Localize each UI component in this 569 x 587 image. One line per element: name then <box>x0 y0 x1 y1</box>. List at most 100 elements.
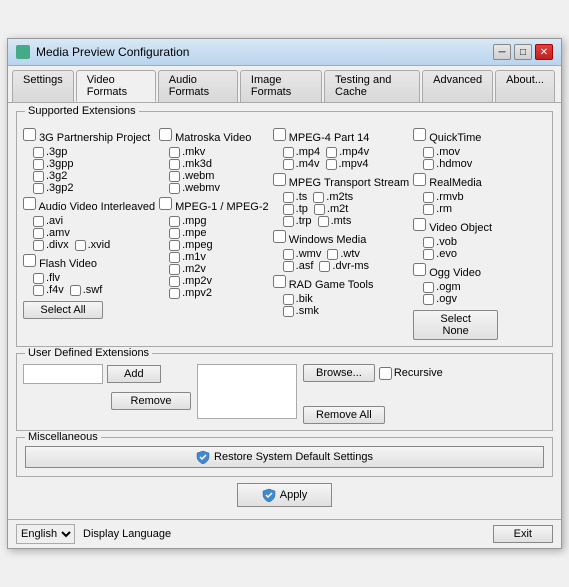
user-defined-group: User Defined Extensions Add Remove <box>16 353 553 431</box>
exit-button[interactable]: Exit <box>493 525 553 543</box>
cb-ogv[interactable] <box>423 294 434 305</box>
cb-real-cat[interactable] <box>413 173 426 186</box>
cb-ogg-cat[interactable] <box>413 263 426 276</box>
cb-mpv4[interactable] <box>326 159 337 170</box>
cb-xvid[interactable] <box>75 240 86 251</box>
extensions-grid: 3G Partnership Project .3gp .3gpp <box>23 126 546 340</box>
cb-m2t[interactable] <box>314 204 325 215</box>
cb-hdmov[interactable] <box>423 159 434 170</box>
cb-tp[interactable] <box>283 204 294 215</box>
cb-3g2[interactable] <box>33 171 44 182</box>
cb-wmv[interactable] <box>283 249 294 260</box>
apply-button[interactable]: Apply <box>237 483 333 507</box>
cat-avi: Audio Video Interleaved <box>23 197 155 213</box>
tab-settings[interactable]: Settings <box>12 70 74 102</box>
ext-col-1: 3G Partnership Project .3gp .3gpp <box>23 126 155 340</box>
cb-bik[interactable] <box>283 294 294 305</box>
maximize-button[interactable]: □ <box>514 44 532 60</box>
tab-image-formats[interactable]: Image Formats <box>240 70 322 102</box>
miscellaneous-group: Miscellaneous Restore System Default Set… <box>16 437 553 477</box>
ext-row-flv: .flv <box>33 272 155 284</box>
cb-trp[interactable] <box>283 216 294 227</box>
cb-flv[interactable] <box>33 273 44 284</box>
tab-testing-cache[interactable]: Testing and Cache <box>324 70 420 102</box>
cb-wtv[interactable] <box>327 249 338 260</box>
cat-wm: Windows Media <box>273 230 410 246</box>
cb-mkv[interactable] <box>169 147 180 158</box>
cb-asf[interactable] <box>283 261 294 272</box>
cb-3gpp[interactable] <box>33 159 44 170</box>
language-select[interactable]: English <box>16 524 75 544</box>
cb-m1v[interactable] <box>169 252 180 263</box>
cb-mpeg12-cat[interactable] <box>159 197 172 210</box>
close-button[interactable]: ✕ <box>535 44 553 60</box>
cb-ts[interactable] <box>283 192 294 203</box>
cb-rm[interactable] <box>423 204 434 215</box>
remove-all-button[interactable]: Remove All <box>303 406 385 424</box>
cb-webm[interactable] <box>169 171 180 182</box>
cb-mpv2[interactable] <box>169 288 180 299</box>
cb-m4v[interactable] <box>283 159 294 170</box>
cb-3gpartnership[interactable] <box>23 128 36 141</box>
cb-avi-cat[interactable] <box>23 197 36 210</box>
window-controls: ─ □ ✕ <box>493 44 553 60</box>
cb-3gp[interactable] <box>33 147 44 158</box>
cb-vob[interactable] <box>423 237 434 248</box>
cb-avi[interactable] <box>33 216 44 227</box>
minimize-button[interactable]: ─ <box>493 44 511 60</box>
ext-row-amv: .amv <box>33 227 155 239</box>
ext-row-3gp2: .3gp2 <box>33 182 155 194</box>
cb-m2ts[interactable] <box>313 192 324 203</box>
tab-advanced[interactable]: Advanced <box>422 70 493 102</box>
browse-button[interactable]: Browse... <box>303 364 375 382</box>
title-bar: Media Preview Configuration ─ □ ✕ <box>8 39 561 66</box>
window-title: Media Preview Configuration <box>36 45 189 59</box>
cb-3gp2[interactable] <box>33 183 44 194</box>
cb-wm-cat[interactable] <box>273 230 286 243</box>
cb-mts[interactable] <box>318 216 329 227</box>
add-button[interactable]: Add <box>107 365 161 383</box>
cb-evo[interactable] <box>423 249 434 260</box>
cb-vob-cat[interactable] <box>413 218 426 231</box>
tab-bar: Settings Video Formats Audio Formats Ima… <box>8 66 561 103</box>
select-none-button[interactable]: Select None <box>413 310 498 340</box>
cb-m2v[interactable] <box>169 264 180 275</box>
cb-mpeg4-cat[interactable] <box>273 128 286 141</box>
cb-mp2v[interactable] <box>169 276 180 287</box>
cb-divx[interactable] <box>33 240 44 251</box>
cb-flash-cat[interactable] <box>23 254 36 267</box>
cb-rmvb[interactable] <box>423 192 434 203</box>
cb-webmv[interactable] <box>169 183 180 194</box>
cb-mp4[interactable] <box>283 147 294 158</box>
cb-mpg[interactable] <box>169 216 180 227</box>
supported-extensions-label: Supported Extensions <box>25 105 139 117</box>
cb-f4v[interactable] <box>33 285 44 296</box>
cb-mpeg-ts-cat[interactable] <box>273 173 286 186</box>
cb-smk[interactable] <box>283 306 294 317</box>
user-ext-listbox[interactable] <box>197 364 297 419</box>
cb-amv[interactable] <box>33 228 44 239</box>
restore-button[interactable]: Restore System Default Settings <box>25 446 544 468</box>
cat-real: RealMedia <box>413 173 498 189</box>
cb-matroska-cat[interactable] <box>159 128 172 141</box>
cb-mov[interactable] <box>423 147 434 158</box>
cb-swf[interactable] <box>70 285 81 296</box>
select-all-button[interactable]: Select All <box>23 301 103 319</box>
remove-button[interactable]: Remove <box>111 392 191 410</box>
miscellaneous-label: Miscellaneous <box>25 431 101 443</box>
user-ext-input[interactable] <box>23 364 103 384</box>
cb-ogm[interactable] <box>423 282 434 293</box>
shield-icon <box>196 450 210 464</box>
tab-audio-formats[interactable]: Audio Formats <box>158 70 238 102</box>
cat-qt: QuickTime <box>413 128 498 144</box>
tab-about[interactable]: About... <box>495 70 555 102</box>
cb-qt-cat[interactable] <box>413 128 426 141</box>
cb-rad-cat[interactable] <box>273 275 286 288</box>
cb-mpe[interactable] <box>169 228 180 239</box>
cb-mp4v[interactable] <box>326 147 337 158</box>
cb-mpeg[interactable] <box>169 240 180 251</box>
cb-mk3d[interactable] <box>169 159 180 170</box>
cb-dvr-ms[interactable] <box>319 261 330 272</box>
recursive-checkbox[interactable] <box>379 367 392 380</box>
tab-video-formats[interactable]: Video Formats <box>76 70 156 102</box>
